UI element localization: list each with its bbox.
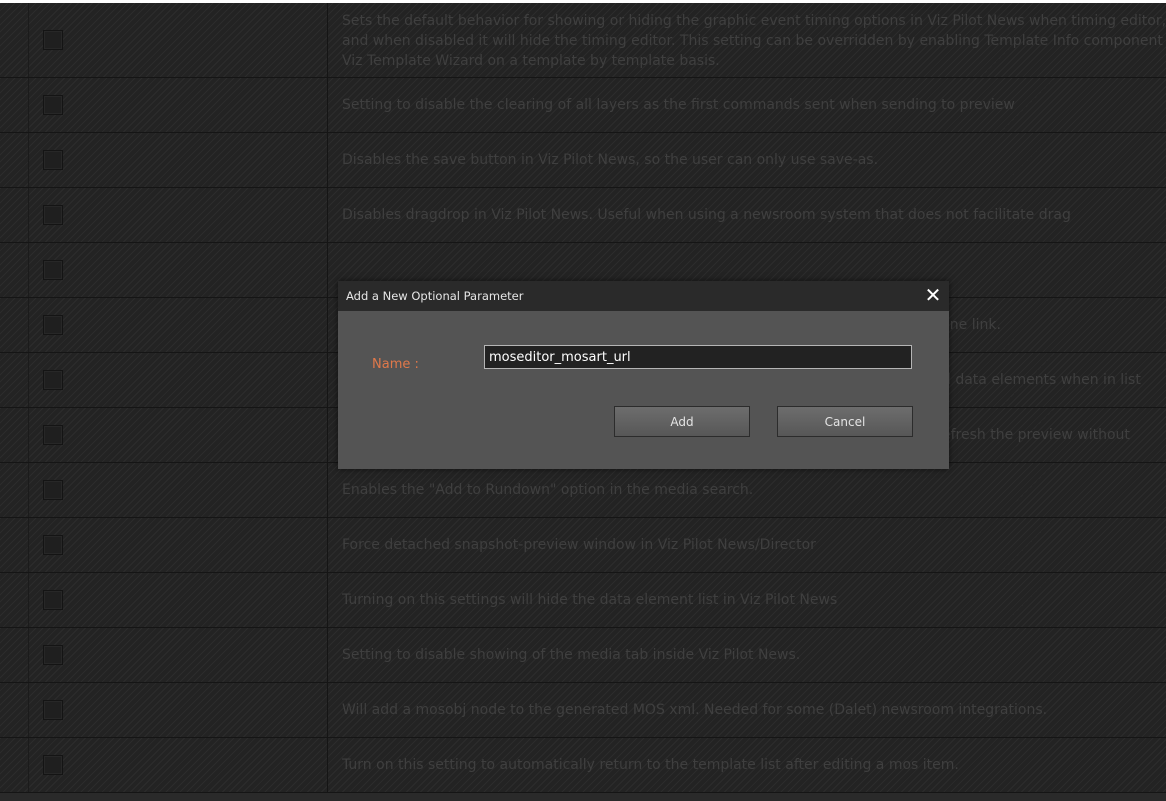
name-input[interactable] [484,345,912,369]
name-label: Name : [372,357,419,372]
close-icon[interactable]: ✕ [923,284,943,306]
cancel-button[interactable]: Cancel [777,406,913,437]
add-optional-parameter-dialog: Add a New Optional Parameter ✕ Name : Ad… [338,281,949,469]
dialog-title: Add a New Optional Parameter [346,289,524,303]
modal-overlay: Add a New Optional Parameter ✕ Name : Ad… [0,0,1166,801]
add-button[interactable]: Add [614,406,750,437]
dialog-header: Add a New Optional Parameter ✕ [338,281,949,311]
